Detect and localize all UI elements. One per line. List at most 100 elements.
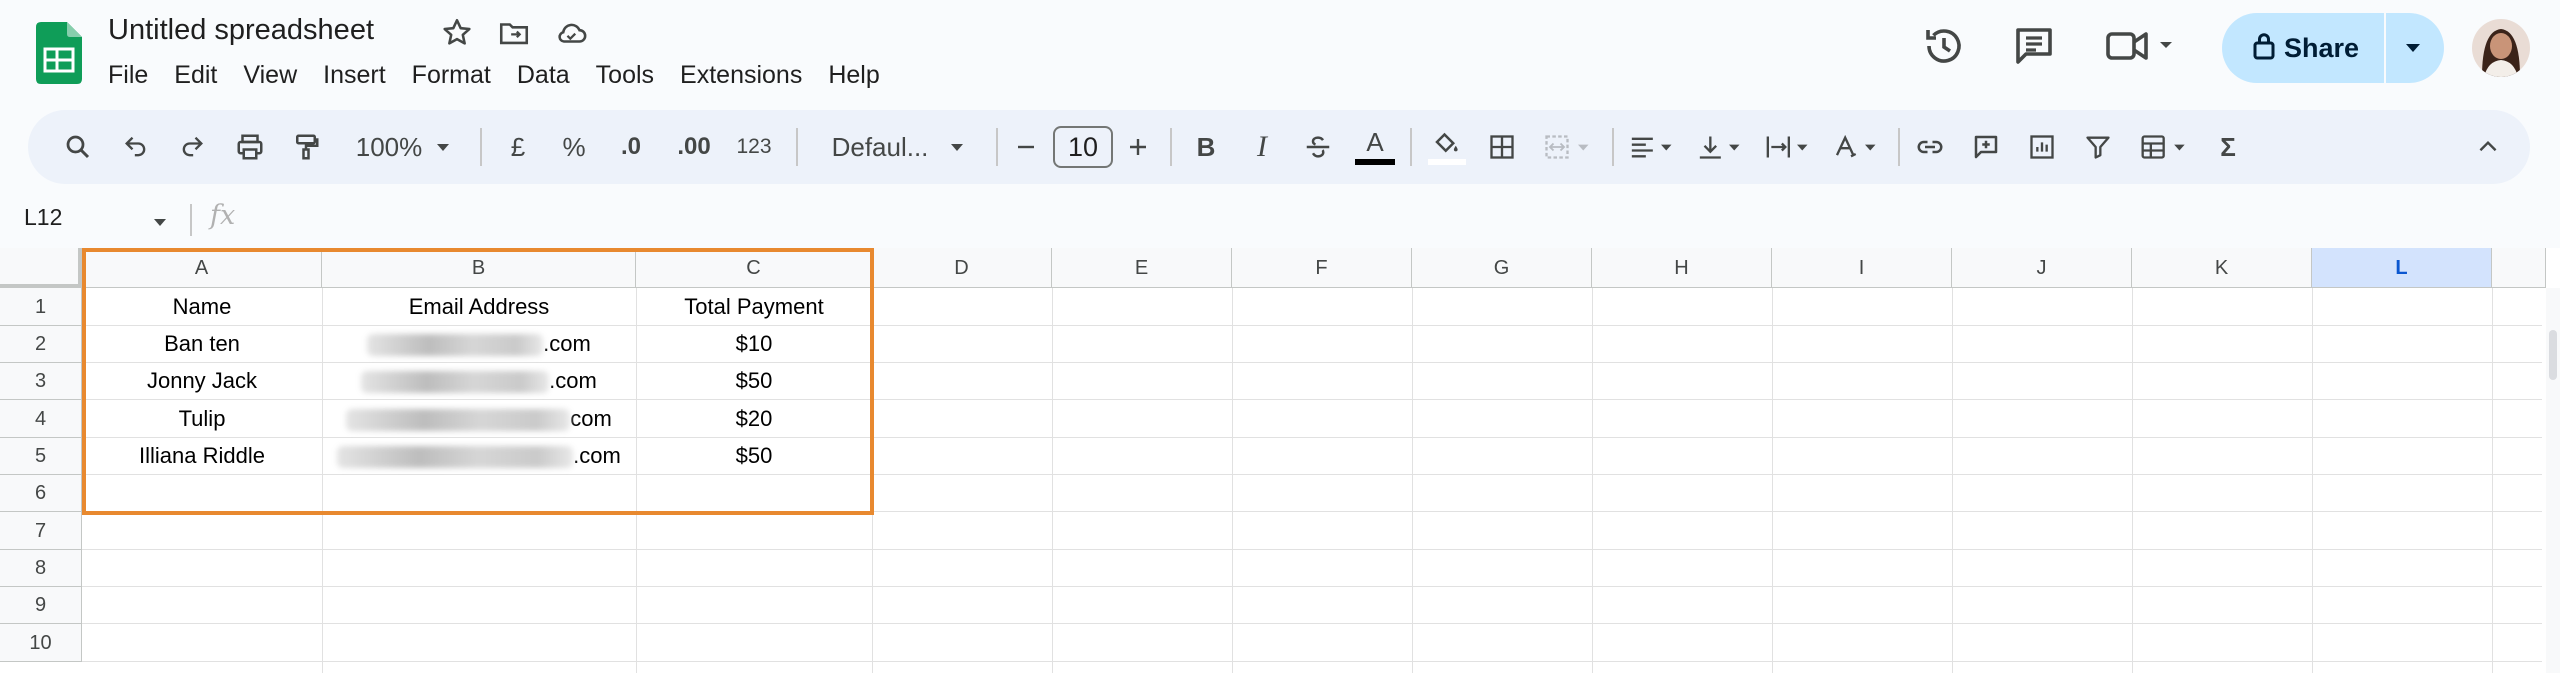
cell-name[interactable]: Ban ten <box>82 331 322 357</box>
cloud-saved-icon[interactable] <box>554 16 588 50</box>
print-icon[interactable] <box>230 110 270 184</box>
column-header-b[interactable]: B <box>322 248 636 288</box>
meet-icon[interactable] <box>2104 22 2184 70</box>
vertical-scrollbar[interactable] <box>2546 288 2560 673</box>
header-cell-name[interactable]: Name <box>82 294 322 320</box>
chevron-up-icon[interactable] <box>2468 110 2508 184</box>
chevron-down-icon[interactable] <box>152 214 168 232</box>
column-header-g[interactable]: G <box>1412 248 1592 288</box>
functions-button[interactable]: Σ <box>2208 110 2248 184</box>
cell-email[interactable]: com <box>322 406 636 432</box>
column-header-a[interactable]: A <box>82 248 322 288</box>
header-cell-email[interactable]: Email Address <box>322 294 636 320</box>
zoom-select[interactable]: 100% <box>348 110 458 184</box>
cell-payment[interactable]: $20 <box>636 406 872 432</box>
vertical-align-icon[interactable] <box>1692 110 1752 184</box>
decrease-decimal-button[interactable]: .0 <box>606 110 656 184</box>
star-icon[interactable] <box>440 16 474 50</box>
move-folder-icon[interactable] <box>497 16 531 50</box>
cell-payment[interactable]: $50 <box>636 443 872 469</box>
insert-chart-icon[interactable] <box>2022 110 2062 184</box>
undo-icon[interactable] <box>116 110 156 184</box>
cell-email[interactable]: .com <box>322 443 636 469</box>
menu-help[interactable]: Help <box>828 58 879 92</box>
column-header-k[interactable]: K <box>2132 248 2312 288</box>
menu-file[interactable]: File <box>108 58 148 92</box>
row-header-1[interactable]: 1 <box>0 288 82 326</box>
redacted-email <box>346 409 571 432</box>
bold-button[interactable]: B <box>1186 110 1226 184</box>
share-dropdown-button[interactable] <box>2388 13 2444 83</box>
cell-name[interactable]: Jonny Jack <box>82 368 322 394</box>
merge-cells-icon[interactable] <box>1538 110 1604 184</box>
column-header-f[interactable]: F <box>1232 248 1412 288</box>
format-percent-button[interactable]: % <box>554 110 594 184</box>
row-header-9[interactable]: 9 <box>0 587 82 624</box>
horizontal-align-icon[interactable] <box>1624 110 1684 184</box>
row-header-7[interactable]: 7 <box>0 512 82 550</box>
borders-icon[interactable] <box>1482 110 1522 184</box>
menu-extensions[interactable]: Extensions <box>680 58 802 92</box>
column-header-h[interactable]: H <box>1592 248 1772 288</box>
cell-name[interactable]: Illiana Riddle <box>82 443 322 469</box>
insert-link-icon[interactable] <box>1910 110 1950 184</box>
column-header-d[interactable]: D <box>872 248 1052 288</box>
italic-button[interactable]: I <box>1242 110 1282 184</box>
cell-payment[interactable]: $10 <box>636 331 872 357</box>
row-header-2[interactable]: 2 <box>0 326 82 363</box>
select-all-corner[interactable] <box>0 248 82 288</box>
comments-icon[interactable] <box>2010 22 2058 70</box>
decrease-font-size-button[interactable] <box>1006 110 1046 184</box>
row-header-4[interactable]: 4 <box>0 400 82 438</box>
insert-comment-icon[interactable] <box>1966 110 2006 184</box>
redo-icon[interactable] <box>172 110 212 184</box>
menu-format[interactable]: Format <box>412 58 491 92</box>
cell-email[interactable]: .com <box>322 368 636 394</box>
cell-payment[interactable]: $50 <box>636 368 872 394</box>
fill-color-icon[interactable] <box>1422 110 1472 184</box>
table-icon[interactable] <box>2134 110 2198 184</box>
scrollbar-thumb[interactable] <box>2549 330 2557 380</box>
name-box[interactable]: L12 <box>24 204 62 231</box>
strikethrough-icon[interactable] <box>1298 110 1338 184</box>
row-header-6[interactable]: 6 <box>0 475 82 512</box>
column-header-l[interactable]: L <box>2312 248 2492 288</box>
version-history-icon[interactable] <box>1920 22 1968 70</box>
chevron-down-icon <box>437 144 450 151</box>
text-wrapping-icon[interactable] <box>1760 110 1820 184</box>
text-color-button[interactable]: A <box>1352 110 1398 184</box>
avatar[interactable] <box>2472 19 2530 77</box>
paint-format-icon[interactable] <box>286 110 326 184</box>
font-select[interactable]: Defaul... <box>808 110 988 184</box>
filter-icon[interactable] <box>2078 110 2118 184</box>
column-header-i[interactable]: I <box>1772 248 1952 288</box>
column-header-j[interactable]: J <box>1952 248 2132 288</box>
document-title[interactable]: Untitled spreadsheet <box>108 14 374 47</box>
column-header-e[interactable]: E <box>1052 248 1232 288</box>
increase-decimal-button[interactable]: .00 <box>664 110 724 184</box>
font-size-input[interactable]: 10 <box>1053 126 1113 168</box>
row-header-5[interactable]: 5 <box>0 438 82 475</box>
search-menus-icon[interactable] <box>58 110 98 184</box>
format-currency-button[interactable]: £ <box>498 110 538 184</box>
menu-view[interactable]: View <box>243 58 297 92</box>
spreadsheet-grid[interactable]: A B C D E F G H I J K L 1 2 3 4 5 6 7 8 … <box>0 248 2560 673</box>
share-button[interactable]: Share <box>2222 13 2444 83</box>
cell-email[interactable]: .com <box>322 331 636 357</box>
cell-name[interactable]: Tulip <box>82 406 322 432</box>
increase-font-size-button[interactable] <box>1118 110 1158 184</box>
menu-edit[interactable]: Edit <box>174 58 217 92</box>
sheets-logo-icon[interactable] <box>36 22 82 84</box>
row-header-10[interactable]: 10 <box>0 624 82 662</box>
menu-insert[interactable]: Insert <box>323 58 386 92</box>
row-header-3[interactable]: 3 <box>0 363 82 400</box>
menu-data[interactable]: Data <box>517 58 570 92</box>
menu-tools[interactable]: Tools <box>596 58 654 92</box>
column-header-c[interactable]: C <box>636 248 872 288</box>
text-rotation-icon[interactable] <box>1828 110 1888 184</box>
share-main-button[interactable]: Share <box>2222 13 2382 83</box>
column-header-m[interactable] <box>2492 248 2546 288</box>
more-formats-button[interactable]: 123 <box>724 110 784 184</box>
row-header-8[interactable]: 8 <box>0 550 82 587</box>
header-cell-total-payment[interactable]: Total Payment <box>636 294 872 320</box>
